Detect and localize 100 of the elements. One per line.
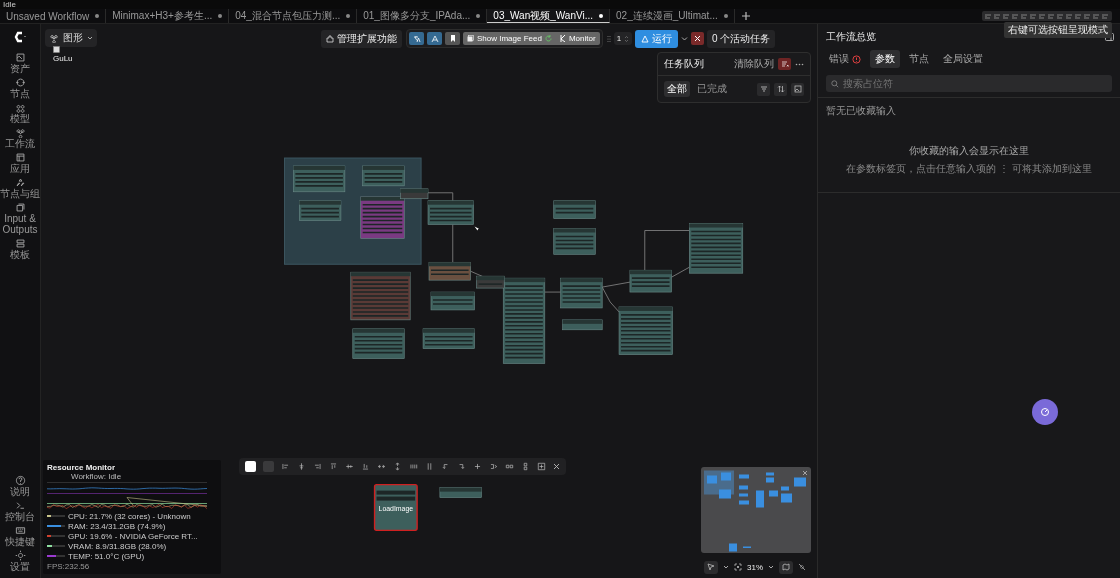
sort-button[interactable] [774, 82, 787, 96]
image-view-button[interactable] [791, 82, 804, 96]
cancel-button[interactable] [691, 32, 705, 45]
panel-tab[interactable]: 错误 [824, 50, 866, 68]
floating-action-button[interactable] [1032, 399, 1058, 425]
graph-node[interactable] [629, 269, 672, 293]
columns-icon[interactable] [409, 462, 418, 471]
align-icon[interactable] [1021, 12, 1028, 20]
close-icon[interactable] [553, 463, 560, 470]
sidebar-item[interactable]: Input & Outputs [0, 202, 40, 235]
sidebar-item[interactable]: 控制台 [0, 500, 40, 522]
graph-node[interactable] [299, 200, 342, 221]
align-icon[interactable] [994, 12, 1001, 20]
sidebar-item[interactable]: 说明 [0, 475, 40, 497]
image-feed-button[interactable]: Show Image Feed [463, 32, 556, 45]
sidebar-item[interactable]: 工作流 [0, 127, 40, 149]
caret-icon[interactable] [768, 564, 774, 570]
graph-node[interactable] [422, 328, 475, 349]
view-mode-dropdown[interactable]: 图形 [45, 29, 97, 47]
graph-node[interactable] [560, 277, 603, 309]
sidebar-item[interactable]: 资产 [0, 52, 40, 74]
graph-node[interactable] [352, 328, 405, 359]
graph-node[interactable] [362, 165, 405, 187]
stepper-icon[interactable] [624, 34, 630, 43]
sidebar-item[interactable]: 模型 [0, 102, 40, 124]
panel-toggle-icon[interactable] [1105, 33, 1114, 41]
align-icon[interactable] [1102, 12, 1109, 20]
align-left-icon[interactable] [281, 462, 290, 471]
align-top-icon[interactable] [329, 462, 338, 471]
sidebar-item[interactable]: 设置 [0, 550, 40, 572]
sidebar-item[interactable]: 节点与组 [0, 177, 40, 199]
stack-icon[interactable] [521, 462, 530, 471]
link-icon[interactable] [377, 462, 386, 471]
align-icon[interactable] [1093, 12, 1100, 20]
workflow-tab[interactable]: Unsaved Workflow [0, 9, 107, 23]
bookmark-toggle[interactable] [445, 32, 460, 45]
align-icon[interactable] [1039, 12, 1046, 20]
graph-node[interactable] [502, 277, 546, 364]
zoom-level[interactable]: 31% [747, 562, 763, 572]
panel-tab[interactable]: 参数 [870, 50, 900, 68]
align-right-icon[interactable] [313, 462, 322, 471]
manage-extensions-button[interactable]: 管理扩展功能 [321, 29, 402, 48]
graph-node[interactable] [689, 223, 744, 274]
align-center-icon[interactable] [297, 462, 306, 471]
filter-button[interactable] [757, 82, 770, 96]
close-icon[interactable] [802, 470, 808, 476]
translate-toggle[interactable] [409, 32, 424, 45]
active-tasks-button[interactable]: 0 个活动任务 [707, 29, 776, 48]
graph-node[interactable] [553, 228, 596, 255]
selected-node[interactable] [373, 483, 418, 532]
panel-tab[interactable]: 节点 [904, 50, 934, 68]
select-tool-button[interactable] [704, 560, 718, 574]
sidebar-item[interactable]: 应用 [0, 152, 40, 174]
graph-node[interactable] [439, 487, 482, 498]
workflow-tab[interactable]: 02_连续漫画_Ultimat... [610, 9, 735, 23]
graph-node[interactable] [427, 200, 474, 225]
color-swatch[interactable] [245, 461, 256, 472]
drag-handle-icon[interactable] [606, 34, 611, 43]
pair-icon[interactable] [505, 462, 514, 471]
graph-node[interactable] [293, 165, 346, 193]
minimap-toggle-button[interactable] [779, 560, 793, 574]
align-icon[interactable] [1003, 12, 1010, 20]
graph-node[interactable] [430, 291, 475, 311]
graph-node[interactable] [618, 306, 673, 355]
search-field[interactable]: 搜索占位符 [826, 75, 1112, 92]
graph-node[interactable] [360, 196, 405, 239]
align-icon[interactable] [985, 12, 992, 20]
graph-node[interactable] [400, 188, 429, 200]
align-icon[interactable] [1030, 12, 1037, 20]
align-icon[interactable] [1066, 12, 1073, 20]
fit-view-icon[interactable] [734, 563, 742, 571]
add-box-icon[interactable] [537, 462, 546, 471]
branch-icon[interactable] [489, 462, 498, 471]
sidebar-item[interactable]: 节点 [0, 77, 40, 99]
plus-icon[interactable] [473, 462, 482, 471]
graph-node[interactable] [553, 200, 596, 219]
caret-icon[interactable] [723, 564, 729, 570]
draw-toggle[interactable] [427, 32, 442, 45]
sidebar-item[interactable]: 模板 [0, 238, 40, 260]
align-icon[interactable] [1012, 12, 1019, 20]
align-icon[interactable] [1048, 12, 1055, 20]
sidebar-item[interactable]: 快捷键 [0, 525, 40, 547]
align-middle-icon[interactable] [345, 462, 354, 471]
workflow-tab[interactable]: 03_Wan视频_WanVi... [487, 9, 611, 23]
rotate-left-icon[interactable] [441, 462, 450, 471]
rows-icon[interactable] [425, 462, 434, 471]
rotate-right-icon[interactable] [457, 462, 466, 471]
align-icon[interactable] [1084, 12, 1091, 20]
unlink-icon[interactable] [798, 563, 806, 571]
monitor-button[interactable]: Monitor [555, 32, 600, 45]
chain-icon[interactable] [393, 462, 402, 471]
align-icon[interactable] [1075, 12, 1082, 20]
graph-node[interactable] [428, 262, 471, 281]
color-swatch[interactable] [263, 461, 274, 472]
panel-tab[interactable]: 全局设置 [938, 50, 988, 68]
batch-count-field[interactable]: 1 [613, 32, 633, 45]
workflow-tab[interactable]: Minimax+H3+参考生... [106, 9, 230, 23]
queue-filter-tab[interactable]: 全部 [664, 81, 690, 97]
clear-queue-button[interactable] [778, 58, 791, 70]
align-bottom-icon[interactable] [361, 462, 370, 471]
